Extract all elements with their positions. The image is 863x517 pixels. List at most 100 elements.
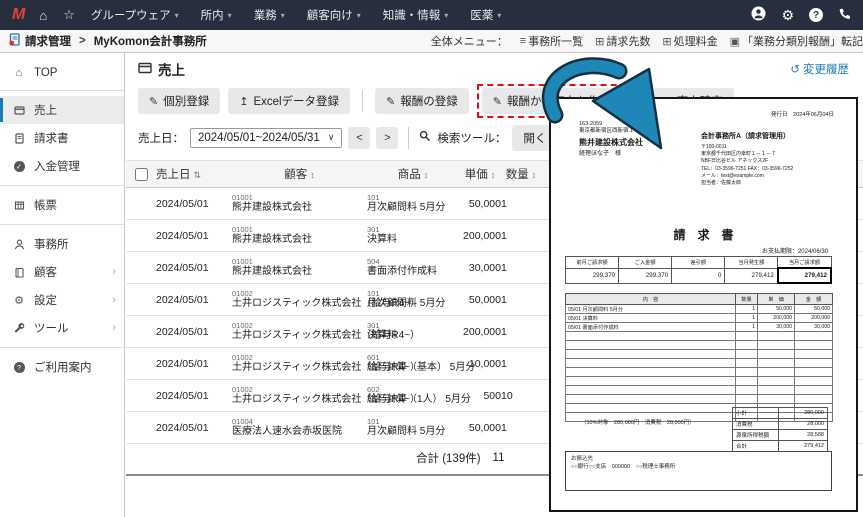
global-menu-fee-transfer[interactable]: ▣「業務分類別報酬」転記: [730, 33, 863, 49]
chevron-down-icon: ▾: [228, 11, 232, 20]
upload-icon: ↥: [239, 95, 248, 108]
chevron-down-icon: ▾: [357, 11, 361, 20]
menu-medical[interactable]: 医薬▾: [470, 7, 501, 23]
card-icon: [138, 62, 152, 77]
wrench-icon: [12, 323, 26, 334]
column-header-customer[interactable]: 顧客↕: [232, 161, 367, 188]
column-header-date[interactable]: 売上日⇅: [156, 161, 232, 188]
page-title: 売上: [138, 59, 185, 79]
phone-icon[interactable]: [838, 7, 851, 23]
check-circle-icon: ✓: [12, 161, 26, 172]
menu-operations[interactable]: 業務▾: [254, 7, 285, 23]
gear-icon[interactable]: ⚙: [781, 7, 794, 24]
date-range-select[interactable]: 2024/05/01~2024/05/31 ∨: [190, 128, 342, 148]
menu-customer[interactable]: 顧客向け▾: [307, 7, 361, 23]
invoice-tax-note: （10%対象 280,000円 消費税 28,000円）: [581, 418, 695, 426]
sidebar-item-guide[interactable]: ? ご利用案内: [0, 353, 124, 381]
sidebar-item-tools[interactable]: ツール ›: [0, 314, 124, 342]
menu-groupware[interactable]: グループウェア▾: [91, 7, 179, 23]
grid-icon: ⊞: [595, 35, 604, 48]
unit-price: 50,000: [459, 412, 501, 444]
sidebar-item-deposit[interactable]: ✓ 入金管理: [0, 152, 124, 180]
sidebar-item-settings[interactable]: ⚙ 設定 ›: [0, 286, 124, 314]
chevron-down-icon: ∨: [328, 132, 335, 143]
home-icon: ⌂: [12, 67, 26, 79]
sidebar-item-sales[interactable]: 売上: [0, 96, 124, 124]
quantity: 1: [501, 252, 541, 284]
sales-date: 2024/05/01: [156, 348, 232, 380]
global-menu-billing-count[interactable]: ⊞請求先数: [595, 33, 650, 49]
sales-date: 2024/05/01: [156, 188, 232, 220]
gear-icon: ⚙: [12, 294, 26, 307]
select-all-checkbox[interactable]: [135, 168, 148, 181]
sender-tel: TEL：03-3596-7251 FAX：03-3596-7252: [701, 166, 793, 173]
recipient-postal: 163-2059: [579, 121, 656, 128]
excel-register-button[interactable]: ↥Excelデータ登録: [228, 88, 350, 114]
invoice-totals-table: 小計280,000 消費税28,000 源泉所得税額28,588 合計279,4…: [732, 407, 828, 452]
quantity: 1: [501, 412, 541, 444]
select-all-cell: [126, 161, 156, 188]
invoice-summary-table: 前月ご請求額 ご入金額 差引額 当月発生額 当月ご請求額 299,370 299…: [565, 256, 832, 284]
pencil-icon: ✎: [386, 95, 395, 108]
book-icon: [12, 267, 26, 278]
unit-price: 30,000: [459, 252, 501, 284]
chevron-down-icon: ▾: [175, 11, 179, 20]
global-menu-office-list[interactable]: ≡事務所一覧: [520, 33, 583, 49]
user-account-icon[interactable]: [751, 6, 766, 24]
sender-contact: 担当者：佐藤太郎: [701, 180, 793, 187]
change-history-link[interactable]: ↺ 変更履歴: [790, 61, 849, 77]
chevron-down-icon: ▾: [281, 11, 285, 20]
quantity: 1: [501, 188, 541, 220]
list-icon: ≡: [520, 35, 526, 47]
column-header-product[interactable]: 商品↕: [367, 161, 459, 188]
column-header-qty[interactable]: 数量↕: [501, 161, 541, 188]
menu-internal[interactable]: 所内▾: [201, 7, 232, 23]
sidebar-item-invoice[interactable]: 請求書: [0, 124, 124, 152]
customer-cell: 01001熊井建設株式会社: [232, 188, 367, 220]
invoice-preview: 発行日 2024年06月04日 163-2059 東京都新宿区西新宿１－１－１ …: [549, 97, 858, 512]
sidebar-item-customers[interactable]: 顧客 ›: [0, 258, 124, 286]
star-icon[interactable]: ☆: [63, 7, 75, 23]
global-menu-label: 全体メニュー：: [431, 33, 508, 49]
billing-app-icon: [8, 33, 21, 49]
sort-icon: ↕: [310, 170, 315, 180]
sort-icon: ↕: [491, 170, 496, 180]
card-icon: [12, 105, 26, 116]
sidebar-item-top[interactable]: ⌂ TOP: [0, 61, 124, 85]
total-label: 合計 (139件): [416, 450, 481, 466]
copy-icon: ▣: [730, 35, 740, 48]
recipient-address: 東京都新宿区西新宿１－１－１: [579, 128, 656, 135]
sidebar-item-office[interactable]: 事務所: [0, 230, 124, 258]
customer-cell: 01002土井ロジスティック株式会社（給与R4~）: [232, 348, 367, 380]
column-header-unit-price[interactable]: 単価↕: [459, 161, 501, 188]
individual-register-button[interactable]: ✎個別登録: [138, 88, 220, 114]
home-icon[interactable]: ⌂: [39, 8, 47, 23]
sidebar-item-reports[interactable]: 帳票: [0, 191, 124, 219]
global-menu-processing-fee[interactable]: ⊞処理料金: [662, 33, 717, 49]
history-icon: ↺: [790, 62, 800, 76]
unit-price: 50,000: [459, 188, 501, 220]
customer-cell: 01002土井ロジスティック株式会社（給与R4~）: [232, 316, 367, 348]
invoice-detail-table: 内 容 数量 単 価 金 額 05/01 月次顧問料 5月分150,00050,…: [565, 293, 833, 422]
fee-register-button[interactable]: ✎報酬の登録: [375, 88, 469, 114]
top-navigation-bar: M ⌂ ☆ グループウェア▾ 所内▾ 業務▾ 顧客向け▾ 知識・情報▾ 医薬▾ …: [0, 0, 863, 30]
customer-cell: 01002土井ロジスティック株式会社（給与R4~）: [232, 380, 367, 412]
invoice-bank-box: お振込先 ○○銀行○○支店 000000 ○○税理士事務所: [565, 451, 832, 491]
next-period-button[interactable]: >: [376, 127, 398, 149]
divider: [0, 347, 124, 348]
document-icon: [12, 133, 26, 144]
divider: [408, 127, 409, 149]
divider: [0, 90, 124, 91]
sales-date: 2024/05/01: [156, 380, 232, 412]
search-tool-label: 検索ツール：: [437, 130, 506, 146]
help-icon[interactable]: ?: [809, 8, 823, 22]
breadcrumb-app[interactable]: 請求管理: [8, 33, 71, 49]
quantity: 1: [501, 348, 541, 380]
prev-period-button[interactable]: <: [348, 127, 370, 149]
customer-cell: 01004医療法人速水会赤坂医院: [232, 412, 367, 444]
mykomon-logo[interactable]: M: [12, 6, 25, 24]
pencil-icon: ✎: [493, 95, 502, 108]
product-cell: 504書面添付作成料: [367, 252, 459, 284]
invoice-sender-block: 会計事務所A（請求管理用） 〒100-0011 東京都千代田区内幸町１－１－７ …: [701, 132, 793, 187]
menu-knowledge[interactable]: 知識・情報▾: [383, 7, 449, 23]
